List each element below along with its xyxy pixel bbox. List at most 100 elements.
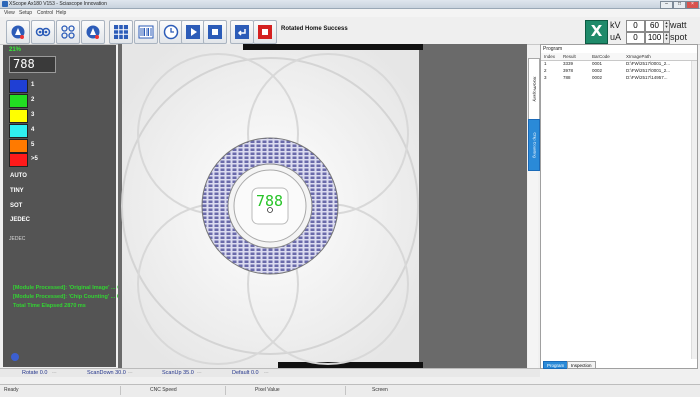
cell-path: D:\FW\2517\14957... [626, 75, 668, 80]
status-divider [225, 386, 226, 395]
tab-xgg-property-label: XGG/Property [532, 76, 538, 102]
window-title: XScope Ax180 V153 - Sciascope Innovation [9, 1, 107, 7]
red-stop-icon [258, 25, 272, 39]
legend-swatch-6 [9, 153, 28, 167]
play-button[interactable] [181, 20, 205, 44]
cell-result: 788 [563, 75, 571, 80]
mode-jedec-label: JEDEC [9, 236, 26, 242]
legend-swatch-4 [9, 124, 28, 138]
minimize-button[interactable]: – [660, 1, 673, 9]
legend-label-5: 5 [31, 142, 35, 148]
grid-icon [114, 25, 128, 39]
close-button[interactable]: × [686, 1, 699, 9]
menu-control[interactable]: Control [37, 10, 53, 16]
barcode-button[interactable] [134, 20, 158, 44]
ua-label: uA [610, 32, 622, 42]
menu-setup[interactable]: Setup [19, 10, 32, 16]
legend-label-2: 2 [31, 97, 35, 103]
multi-view-button[interactable] [56, 20, 80, 44]
view-mode-button[interactable] [31, 20, 55, 44]
emergency-stop-button[interactable] [253, 20, 277, 44]
kv-spinner[interactable]: ▲ ▼ [663, 20, 670, 32]
log-line-3: Total Time Elapsed 2870 ms [13, 303, 86, 309]
setup-button[interactable] [81, 20, 105, 44]
menu-help[interactable]: Help [56, 10, 66, 16]
maximize-button[interactable]: □ [673, 1, 686, 9]
stop-button[interactable] [203, 20, 227, 44]
parameter-bar: Rotate 0.0 --- ScanDown 30.0 --- ScanUp … [0, 368, 540, 377]
status-bar: Ready CNC Speed Pixel Value Screen [0, 384, 700, 397]
toolbar: Rotated Home Success X kV 0 60 ▲ ▼ watt u… [0, 17, 700, 45]
ua-spinner[interactable]: ▲ ▼ [663, 32, 670, 44]
param-scanup: ScanUp 35.0 [162, 370, 194, 376]
tab-xgg-property[interactable]: XGG/Property [528, 58, 540, 120]
tab-chip-counting[interactable]: Chip Counting [528, 119, 540, 171]
mode-sot-button[interactable]: SOT [10, 203, 22, 209]
legend-label-4: 4 [31, 127, 35, 133]
clock-button[interactable] [159, 20, 183, 44]
menu-view[interactable]: View [4, 10, 15, 16]
cell-index: 3 [544, 75, 547, 80]
mode-tiny-button[interactable]: TINY [10, 188, 24, 194]
status-pixel-value: Pixel Value [255, 387, 280, 393]
status-message: Rotated Home Success [281, 26, 348, 32]
vertical-tabs: XGG/Property Chip Counting [528, 58, 540, 368]
return-button[interactable] [230, 20, 254, 44]
table-row[interactable]: 1 3339 0001 D:\FW\2517\0001_2... [541, 61, 697, 68]
tab-program[interactable]: Program [543, 361, 569, 369]
param-rotate-sub: --- [52, 370, 57, 375]
log-line-2: [Module Processed]: 'Chip Counting' ... … [13, 294, 129, 300]
status-screen: Screen [372, 387, 388, 393]
program-tabs: Program Inspection [541, 361, 697, 369]
cell-path: D:\FW\2517\0001_2... [626, 68, 671, 73]
xray-image-view[interactable]: 788 [118, 44, 423, 368]
grid-button[interactable] [109, 20, 133, 44]
col-index[interactable]: Index [544, 54, 555, 59]
ua-setpoint-input[interactable]: 100 [645, 32, 664, 44]
grid-dots-icon [61, 25, 75, 39]
param-scandown: ScanDown 30.0 [87, 370, 126, 376]
clock-icon [163, 24, 179, 40]
menu-bar: View Setup Control Help [0, 9, 700, 17]
mode-auto-button[interactable]: AUTO [10, 173, 27, 179]
col-ximagepath[interactable]: XImagePath [626, 54, 651, 59]
rotate-home-button[interactable] [6, 20, 30, 44]
kv-setpoint-input[interactable]: 60 [645, 20, 664, 32]
watt-label: watt [670, 20, 687, 30]
ua-value: 0 [626, 32, 645, 44]
legend-label-1: 1 [31, 82, 35, 88]
legend-label-3: 3 [31, 112, 35, 118]
cell-path: D:\FW\2517\0001_2... [626, 61, 671, 66]
title-bar: XScope Ax180 V153 - Sciascope Innovation… [0, 0, 700, 9]
table-row[interactable]: 3 788 0002 D:\FW\2517\14957... [541, 75, 697, 82]
cell-barcode: 0001 [592, 61, 603, 66]
status-divider [345, 386, 346, 395]
scan-icon [11, 25, 25, 39]
count-panel: 21% 788 1 2 3 4 5 >5 AUTO TINY SOT JEDEC… [3, 45, 129, 367]
stop-icon [208, 25, 222, 39]
mode-jedec-button[interactable]: JEDEC [10, 217, 30, 223]
param-scanup-sub: --- [197, 370, 202, 375]
return-icon [235, 25, 249, 39]
legend-swatch-1 [9, 79, 28, 93]
progress-percent: 21% [9, 47, 22, 53]
status-indicator-icon [11, 353, 19, 361]
barcode-icon [138, 25, 154, 39]
param-rotate: Rotate 0.0 [22, 370, 48, 376]
tab-inspection[interactable]: Inspection [567, 361, 596, 369]
kv-label: kV [610, 20, 621, 30]
log-line-1: [Module Processed]: 'Original Image' ...… [13, 285, 129, 291]
xray-logo: X [585, 20, 608, 44]
app-icon [2, 1, 8, 7]
cell-index: 1 [544, 61, 547, 66]
table-row[interactable]: 2 3978 0002 D:\FW\2517\0001_2... [541, 68, 697, 75]
program-table-header: Index Result BarCode XImagePath [541, 53, 697, 61]
table-scrollbar[interactable] [691, 61, 697, 359]
col-barcode[interactable]: BarCode [592, 54, 610, 59]
count-display: 788 [9, 56, 56, 73]
status-divider [120, 386, 121, 395]
param-scandown-sub: --- [128, 370, 133, 375]
kv-value: 0 [626, 20, 645, 32]
col-result[interactable]: Result [563, 54, 576, 59]
legend-swatch-3 [9, 109, 28, 123]
